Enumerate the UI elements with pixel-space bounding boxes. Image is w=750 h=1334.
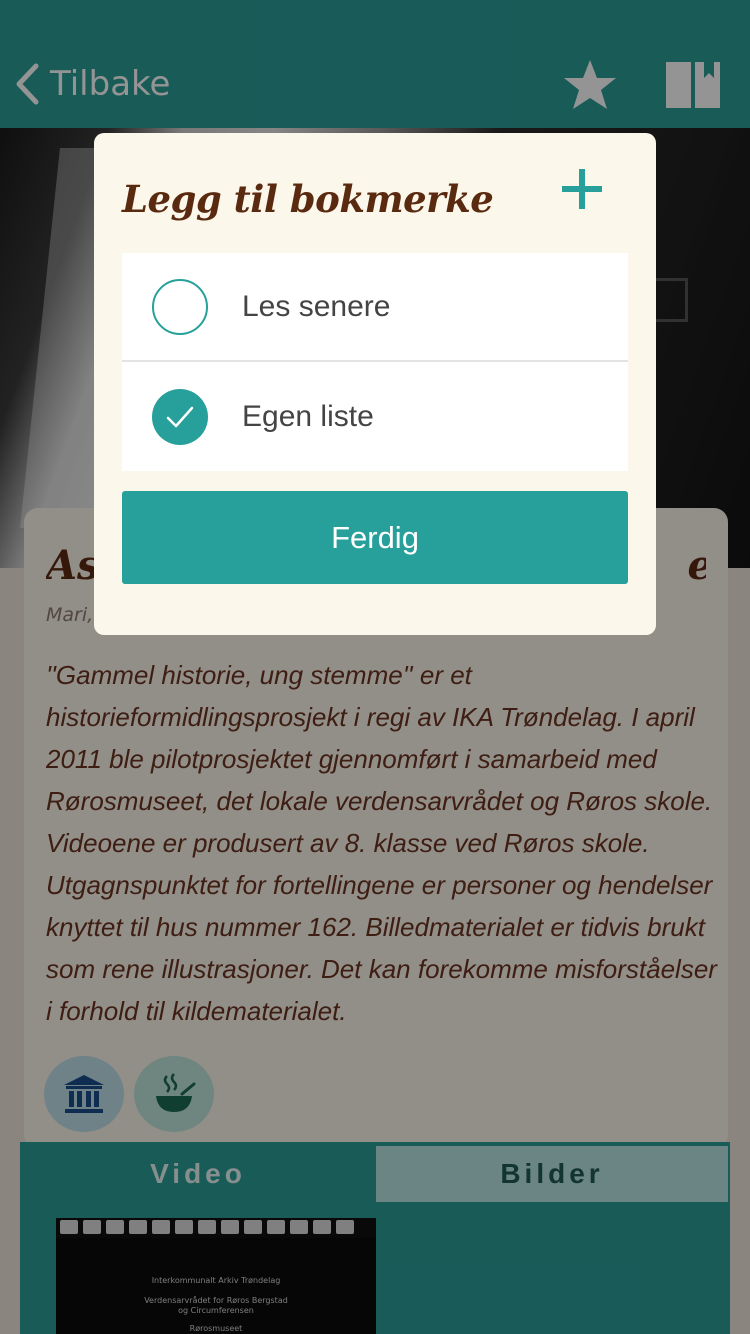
list-item-label: Les senere [242,289,391,323]
list-item-les-senere[interactable]: Les senere [122,253,628,362]
checked-circle-icon[interactable] [152,388,208,445]
plus-icon[interactable] [560,167,604,211]
checkmark-icon [166,406,194,427]
list-item-egen-liste[interactable]: Egen liste [122,362,628,471]
done-button[interactable]: Ferdig [122,491,628,584]
bookmark-dialog: Legg til bokmerke Les senere Egen liste … [94,133,656,635]
dialog-title: Legg til bokmerke [122,177,494,221]
bookmark-list: Les senere Egen liste [122,253,628,471]
list-item-label: Egen liste [242,399,374,433]
unchecked-circle-icon[interactable] [152,278,208,335]
